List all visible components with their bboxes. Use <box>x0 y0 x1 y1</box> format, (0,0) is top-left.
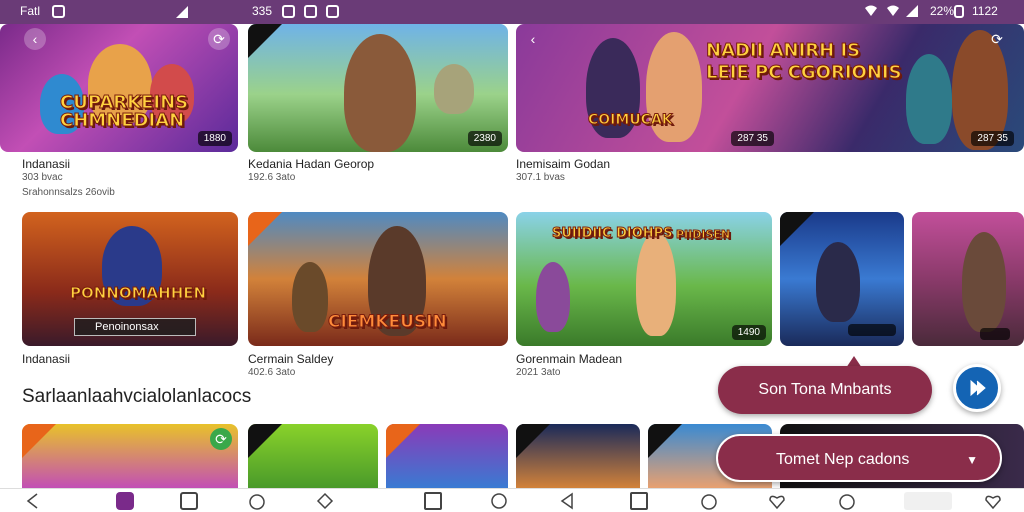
card-subtitle: 303 bvac <box>22 172 63 183</box>
tag-icon[interactable] <box>316 492 334 510</box>
suggestion-pill[interactable]: Son Tona Mnbants <box>718 366 932 414</box>
apple-icon[interactable] <box>838 492 856 510</box>
character-image <box>636 232 676 336</box>
app-icon[interactable] <box>904 492 952 510</box>
duration-badge: 287 35 <box>731 131 774 146</box>
section-title: Sarlaanlaahvcialolanlacocs <box>22 386 252 407</box>
app-icon <box>282 5 295 18</box>
corner-tag <box>22 424 56 458</box>
game-card[interactable] <box>386 424 508 488</box>
card-subtitle: 192.6 3ato <box>248 172 296 183</box>
corner-tag <box>648 424 682 458</box>
character-image <box>962 232 1006 332</box>
corner-tag <box>780 212 814 246</box>
back-arrow-icon[interactable]: ‹ <box>522 28 544 50</box>
game-card[interactable]: CIEMKEUSIN <box>248 212 508 346</box>
card-subtitle: 307.1 bvas <box>516 172 565 183</box>
game-card[interactable]: ⟳ <box>22 424 238 488</box>
game-icon[interactable] <box>116 492 134 510</box>
card-title: Indanasii <box>22 352 71 366</box>
game-card[interactable] <box>912 212 1024 346</box>
more-icon[interactable]: ⟳ <box>208 28 230 50</box>
game-card[interactable]: 2380 <box>248 24 508 152</box>
card-title: Indanasii <box>22 157 71 171</box>
square-icon[interactable] <box>424 492 442 510</box>
library-icon[interactable] <box>180 492 198 510</box>
character-image <box>292 262 328 332</box>
refresh-icon[interactable]: ⟳ <box>210 428 232 450</box>
game-card[interactable]: PONNOMAHHEN Penoinonsax <box>22 212 238 346</box>
next-button[interactable] <box>953 364 1001 412</box>
notification-icon <box>52 5 65 18</box>
card-subtitle: 402.6 3ato <box>248 367 296 378</box>
settings-icon <box>326 5 339 18</box>
character-image <box>906 54 952 144</box>
carrier-text: Fatl <box>20 4 41 18</box>
signal-icon <box>176 6 188 18</box>
overlay-label: Penoinonsax <box>74 318 196 336</box>
bottom-nav <box>0 488 1024 512</box>
card-title: Gorenmain Madean <box>516 352 623 366</box>
back-arrow-icon[interactable]: ‹ <box>24 28 46 50</box>
card-title: Cermain Saldey <box>248 352 334 366</box>
chevron-down-icon: ▼ <box>966 453 978 467</box>
back-icon[interactable] <box>24 492 42 510</box>
game-logo: SUIIDIIC DIOHPS <box>552 226 674 242</box>
game-logo: NADII ANIRH IS LEIE PC CGORIONIS <box>706 40 903 84</box>
duration-badge: 2380 <box>467 131 502 146</box>
corner-tag <box>248 424 282 458</box>
circle-icon[interactable] <box>490 492 508 510</box>
card-subtitle: Srahonnsalzs 26ovib <box>22 187 115 198</box>
game-card[interactable] <box>516 424 640 488</box>
game-logo: CUPARKEINS CHMNEDIAN <box>60 92 189 131</box>
duration-badge: 1490 <box>731 325 766 340</box>
more-icon[interactable]: ⟳ <box>986 28 1008 50</box>
wifi-icon <box>864 4 878 18</box>
rating-badge <box>980 328 1010 340</box>
status-bar: Fatl 335 22% 1122 <box>0 0 1024 24</box>
status-time-left: 335 <box>252 4 273 18</box>
game-logo: PIIDISEN <box>675 228 731 242</box>
signal-icon <box>906 5 918 17</box>
battery-percent: 22% <box>930 4 955 18</box>
dropdown-pill[interactable]: Tomet Nep cadons ▼ <box>716 434 1002 482</box>
featured-game-card[interactable]: NADII ANIRH IS LEIE PC CGORIONIS COIMUCA… <box>516 24 1024 152</box>
game-card[interactable]: CUPARKEINS CHMNEDIAN ‹ ⟳ 1880 <box>0 24 238 152</box>
wifi-icon <box>886 4 900 18</box>
game-logo: CIEMKEUSIN <box>328 312 448 333</box>
square-icon[interactable] <box>630 492 648 510</box>
corner-tag <box>248 212 282 246</box>
game-logo: PONNOMAHHEN <box>69 284 207 303</box>
corner-tag <box>386 424 420 458</box>
card-title: Inemisaim Godan <box>516 157 611 171</box>
game-logo: COIMUCAK <box>588 112 674 129</box>
character-image <box>536 262 570 332</box>
rating-badge <box>848 324 896 336</box>
battery-icon <box>954 5 964 18</box>
character-image <box>344 34 416 152</box>
character-image <box>816 242 860 322</box>
back-icon[interactable] <box>558 492 576 510</box>
chat-icon <box>304 5 317 18</box>
corner-tag <box>516 424 550 458</box>
apple-icon[interactable] <box>248 492 266 510</box>
heart-icon[interactable] <box>768 492 786 510</box>
card-subtitle: 2021 3ato <box>516 367 561 378</box>
duration-badge: 287 35 <box>971 131 1014 146</box>
card-title: Kedania Hadan Georop <box>248 157 375 171</box>
game-card[interactable]: SUIIDIIC DIOHPS PIIDISEN 1490 <box>516 212 772 346</box>
game-card[interactable] <box>780 212 904 346</box>
dropdown-label: Tomet Nep cadons <box>776 451 910 468</box>
game-card[interactable] <box>248 424 378 488</box>
apple-icon[interactable] <box>700 492 718 510</box>
corner-tag <box>248 24 282 58</box>
duration-badge: 1880 <box>197 131 232 146</box>
heart-icon[interactable] <box>984 492 1002 510</box>
character-image <box>434 64 474 114</box>
arrow-right-icon <box>970 379 986 397</box>
status-time-right: 1122 <box>972 4 998 18</box>
